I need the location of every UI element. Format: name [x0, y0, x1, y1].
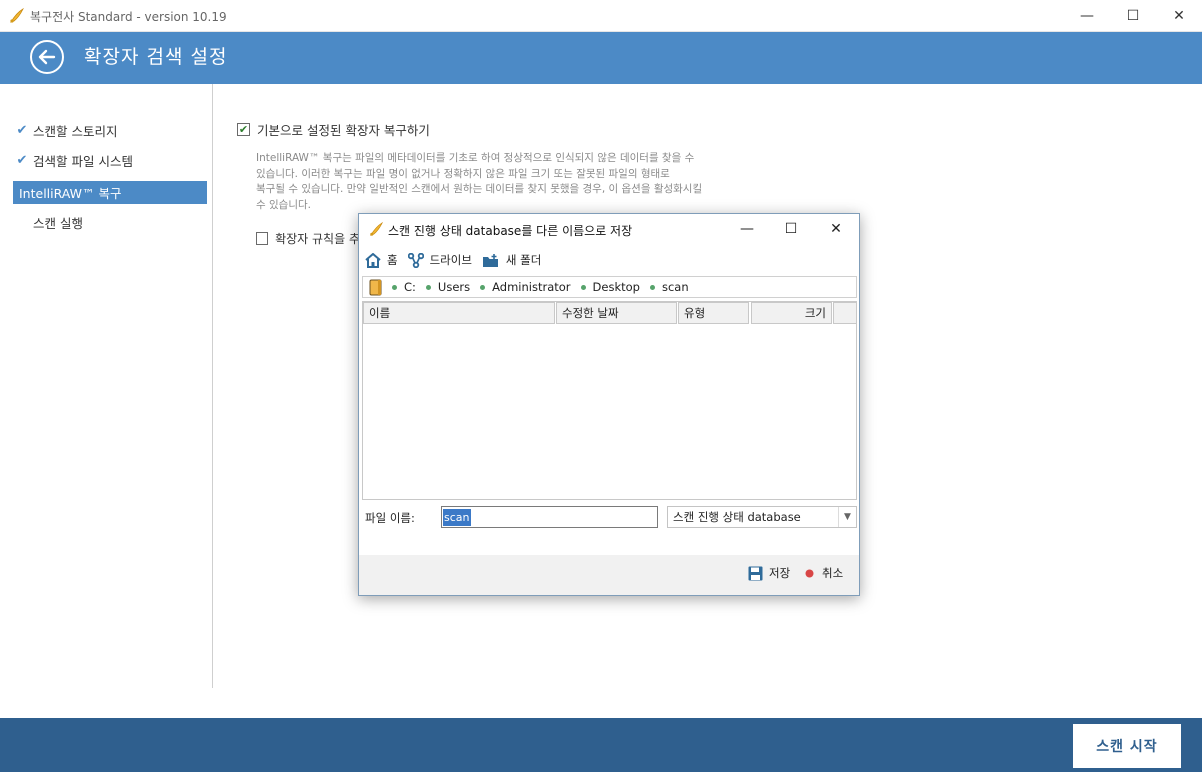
drive-icon	[407, 252, 424, 268]
new-folder-label: 새 폴더	[505, 253, 542, 267]
breadcrumb-label: Users	[437, 280, 471, 294]
cancel-button[interactable]: 취소	[805, 565, 843, 581]
column-header-filler	[833, 302, 857, 324]
wizard-sidebar: ✔ 스캔할 스토리지 ✔ 검색할 파일 시스템 IntelliRAW™ 복구 스…	[0, 84, 213, 688]
breadcrumb-item[interactable]: C:	[392, 280, 416, 294]
filename-value: scan	[443, 509, 471, 526]
sidebar-item-run-scan[interactable]: 스캔 실행	[13, 211, 207, 234]
app-logo-icon	[10, 7, 24, 23]
cancel-label: 취소	[822, 566, 844, 580]
window-titlebar: 복구전사 Standard - version 10.19 — ☐ ✕	[0, 0, 1202, 32]
new-folder-icon	[482, 253, 498, 267]
dialog-titlebar: 스캔 진행 상태 database를 다른 이름으로 저장 — ☐ ✕	[359, 214, 859, 244]
sidebar-item-label: 검색할 파일 시스템	[33, 154, 133, 169]
app-title: 복구전사 Standard - version 10.19	[30, 10, 227, 24]
column-header-modified[interactable]: 수정한 날짜	[556, 302, 677, 324]
breadcrumb-label: scan	[661, 280, 689, 294]
save-label: 저장	[769, 566, 791, 580]
filename-input[interactable]: scan	[441, 506, 658, 528]
save-as-dialog: 스캔 진행 상태 database를 다른 이름으로 저장 — ☐ ✕ 홈 드라…	[358, 213, 860, 596]
intelliraw-description: IntelliRAW™ 복구는 파일의 메타데이터를 기초로 하여 정상적으로 …	[256, 151, 756, 213]
description-line: 있습니다. 이러한 복구는 파일 명이 없거나 정확하지 않은 파일 크기 또는…	[256, 167, 670, 180]
default-extensions-label: 기본으로 설정된 확장자 복구하기	[257, 123, 430, 138]
sidebar-item-storage[interactable]: ✔ 스캔할 스토리지	[13, 119, 207, 142]
dialog-close-button[interactable]: ✕	[814, 214, 858, 244]
drive-label: 드라이브	[429, 253, 472, 267]
home-button[interactable]: 홈	[365, 252, 398, 268]
save-button[interactable]: 저장	[748, 565, 790, 581]
dialog-title: 스캔 진행 상태 database를 다른 이름으로 저장	[388, 224, 633, 238]
maximize-button[interactable]: ☐	[1110, 0, 1156, 32]
breadcrumb-item[interactable]: scan	[649, 280, 689, 294]
chevron-down-icon[interactable]: ▼	[838, 507, 856, 527]
dialog-footer: 저장 취소	[359, 555, 859, 595]
default-extensions-option[interactable]: ✔ 기본으로 설정된 확장자 복구하기	[237, 120, 430, 139]
path-breadcrumb: C: Users Administrator Desktop scan	[362, 276, 857, 298]
sidebar-item-intelliraw[interactable]: IntelliRAW™ 복구	[13, 181, 207, 204]
folder-icon	[369, 279, 382, 295]
filetype-select[interactable]: 스캔 진행 상태 database ▼	[667, 506, 857, 528]
extension-rule-checkbox[interactable]	[256, 232, 269, 245]
cancel-icon	[805, 569, 814, 577]
drive-button[interactable]: 드라이브	[407, 252, 472, 268]
description-line: 수 있습니다.	[256, 198, 311, 211]
description-line: IntelliRAW™ 복구는 파일의 메타데이터를 기초로 하여 정상적으로 …	[256, 152, 695, 164]
checkmark-icon: ✔	[16, 153, 28, 168]
close-button[interactable]: ✕	[1156, 0, 1202, 32]
dialog-maximize-button[interactable]: ☐	[769, 214, 813, 244]
file-list[interactable]: 이름 수정한 날짜 유형 크기	[362, 301, 857, 500]
wizard-footer: 스캔 시작	[0, 718, 1202, 772]
breadcrumb-item[interactable]: Users	[425, 280, 471, 294]
column-header-type[interactable]: 유형	[678, 302, 749, 324]
extension-rule-label: 확장자 규칙을 추	[275, 232, 360, 246]
description-line: 복구될 수 있습니다. 만약 일반적인 스캔에서 원하는 데이터를 찾지 못했을…	[256, 183, 703, 195]
column-header-name[interactable]: 이름	[363, 302, 555, 324]
sidebar-item-filesystem[interactable]: ✔ 검색할 파일 시스템	[13, 149, 207, 172]
back-arrow-icon	[38, 49, 56, 65]
page-header: 확장자 검색 설정	[0, 32, 1202, 84]
minimize-button[interactable]: —	[1064, 0, 1110, 32]
breadcrumb-label: C:	[404, 280, 416, 294]
breadcrumb-label: Administrator	[492, 280, 571, 294]
start-scan-button[interactable]: 스캔 시작	[1073, 724, 1181, 768]
breadcrumb-item[interactable]: Administrator	[480, 280, 571, 294]
breadcrumb-label: Desktop	[592, 280, 640, 294]
sidebar-item-label: 스캔할 스토리지	[33, 124, 118, 139]
dialog-toolbar: 홈 드라이브 새 폴더	[365, 250, 551, 270]
app-logo-icon	[369, 221, 384, 236]
breadcrumb-item[interactable]: Desktop	[580, 280, 640, 294]
dialog-minimize-button[interactable]: —	[725, 214, 769, 244]
filename-label: 파일 이름:	[365, 511, 415, 525]
extension-rule-option[interactable]: 확장자 규칙을 추	[256, 230, 360, 247]
default-extensions-checkbox[interactable]: ✔	[237, 123, 250, 136]
sidebar-item-label: 스캔 실행	[33, 216, 83, 231]
home-label: 홈	[387, 253, 398, 267]
filetype-value: 스캔 진행 상태 database	[673, 510, 801, 524]
column-header-size[interactable]: 크기	[751, 302, 832, 324]
home-icon	[365, 252, 381, 268]
new-folder-button[interactable]: 새 폴더	[482, 252, 541, 268]
back-button[interactable]	[30, 40, 64, 74]
checkmark-icon: ✔	[16, 123, 28, 138]
sidebar-item-label: IntelliRAW™ 복구	[19, 186, 122, 201]
page-title: 확장자 검색 설정	[84, 46, 228, 68]
save-icon	[748, 566, 763, 580]
